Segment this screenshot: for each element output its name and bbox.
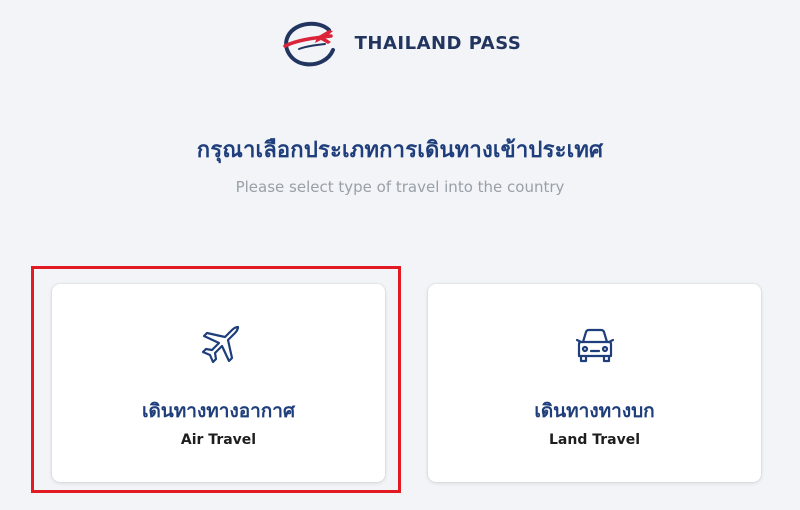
car-icon (428, 322, 761, 370)
logo-text: THAILAND PASS (354, 32, 522, 54)
air-travel-option[interactable]: เดินทางทางอากาศ Air Travel (52, 284, 385, 482)
page-title: กรุณาเลือกประเภทการเดินทางเข้าประเทศ (196, 138, 604, 163)
land-travel-option[interactable]: เดินทางทางบก Land Travel (428, 284, 761, 482)
page: THAILAND PASS กรุณาเลือกประเภทการเดินทาง… (0, 0, 800, 510)
air-travel-label-en: Air Travel (180, 432, 257, 448)
land-travel-label-en: Land Travel (548, 432, 640, 448)
logo-mark-icon (282, 21, 335, 67)
land-travel-label-th: เดินทางทางบก (534, 400, 655, 422)
page-subtitle: Please select type of travel into the co… (235, 178, 565, 196)
thailand-pass-logo: THAILAND PASS (0, 20, 800, 68)
airplane-icon (52, 322, 385, 370)
air-travel-label-th: เดินทางทางอากาศ (141, 400, 296, 422)
